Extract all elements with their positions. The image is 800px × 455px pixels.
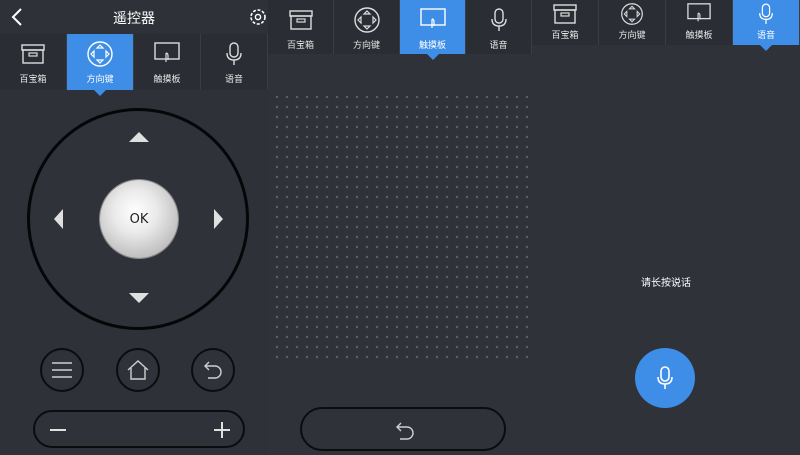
hold-to-talk-button[interactable]: [635, 348, 695, 408]
voice-hint-text: 请长按说话: [641, 278, 691, 289]
tab-voice[interactable]: 语音: [466, 0, 532, 54]
direction-pad-icon: [621, 3, 643, 25]
touchpad-icon: [687, 3, 711, 22]
microphone-icon: [226, 42, 242, 65]
down-arrow-button[interactable]: [127, 291, 151, 305]
tab-toolbox[interactable]: 百宝箱: [0, 34, 67, 90]
tab-label: 方向键: [86, 75, 114, 85]
mode-tab-bar: 百宝箱 方向键 触摸板 语音: [268, 0, 532, 60]
tab-label: 触摸板: [153, 75, 181, 85]
touchpad-icon: [419, 8, 446, 28]
menu-icon: [52, 362, 72, 378]
tab-label: 语音: [756, 31, 775, 41]
mode-tab-bar: 百宝箱 方向键 触摸板 语音: [0, 34, 268, 96]
tab-direction-keys[interactable]: 方向键: [67, 34, 134, 96]
tab-label: 触摸板: [418, 41, 446, 51]
tab-label: 触摸板: [685, 31, 713, 41]
toolbox-icon: [288, 10, 313, 30]
direction-pad-icon: [87, 41, 113, 67]
tab-voice[interactable]: 语音: [733, 0, 800, 51]
return-icon: [204, 361, 222, 379]
touchpad-icon: [154, 42, 180, 62]
right-arrow-button[interactable]: [212, 207, 226, 231]
tab-direction-keys[interactable]: 方向键: [599, 0, 666, 45]
page-title: 遥控器: [113, 11, 155, 27]
voice-panel: 百宝箱 方向键 触摸板 语音 请长按说话: [532, 0, 800, 455]
tab-voice[interactable]: 语音: [201, 34, 268, 90]
gear-icon[interactable]: [248, 7, 268, 27]
tab-touchpad[interactable]: 触摸板: [666, 0, 733, 45]
tab-toolbox[interactable]: 百宝箱: [532, 0, 599, 45]
tab-label: 方向键: [618, 31, 646, 41]
touchpad-surface[interactable]: [274, 94, 532, 364]
microphone-icon: [490, 8, 507, 31]
tab-toolbox[interactable]: 百宝箱: [268, 0, 334, 54]
tab-label: 百宝箱: [19, 75, 47, 85]
tab-label: 语音: [489, 41, 508, 51]
microphone-icon: [759, 3, 773, 24]
home-icon: [127, 360, 149, 380]
toolbox-icon: [553, 4, 577, 24]
back-button[interactable]: [300, 407, 506, 451]
tab-direction-keys[interactable]: 方向键: [334, 0, 400, 54]
toolbox-icon: [21, 44, 45, 64]
tab-label: 方向键: [352, 41, 380, 51]
touchpad-panel: 百宝箱 方向键 触摸板 语音: [268, 0, 532, 455]
tab-label: 百宝箱: [551, 31, 579, 41]
tab-label: 语音: [224, 75, 243, 85]
volume-control: [33, 410, 245, 448]
direction-pad-panel: 遥控器 百宝箱 方向键 触摸板 语音 OK: [0, 0, 268, 455]
menu-button[interactable]: [40, 348, 84, 392]
header-bar: 遥控器: [0, 0, 268, 34]
return-button[interactable]: [191, 348, 235, 392]
mode-tab-bar: 百宝箱 方向键 触摸板 语音: [532, 0, 800, 51]
tab-touchpad[interactable]: 触摸板: [400, 0, 466, 60]
ok-button[interactable]: OK: [100, 180, 178, 258]
return-icon: [396, 422, 414, 440]
direction-pad-icon: [353, 7, 380, 33]
left-arrow-button[interactable]: [51, 207, 65, 231]
up-arrow-button[interactable]: [127, 130, 151, 144]
microphone-icon: [657, 366, 673, 389]
volume-down-button[interactable]: [49, 424, 67, 436]
home-button[interactable]: [116, 348, 160, 392]
tab-touchpad[interactable]: 触摸板: [134, 34, 201, 90]
volume-up-button[interactable]: [213, 421, 231, 439]
tab-label: 百宝箱: [286, 41, 314, 51]
